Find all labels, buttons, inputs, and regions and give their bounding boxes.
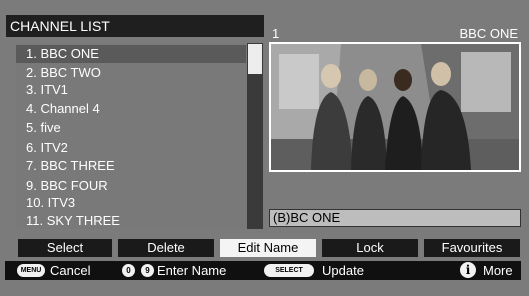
update-hint: Update xyxy=(322,263,364,278)
enter-name-hint: Enter Name xyxy=(157,263,227,278)
channel-name-field[interactable]: (B)BC ONE xyxy=(269,209,521,227)
info-icon: i xyxy=(460,262,476,278)
channel-item-bbc-one[interactable]: 1. BBC ONE xyxy=(16,45,246,63)
favourites-button[interactable]: Favourites xyxy=(424,239,520,257)
lock-button[interactable]: Lock xyxy=(322,239,418,257)
scrollbar-thumb[interactable] xyxy=(248,44,262,74)
function-buttons: Select Delete Edit Name Lock Favourites xyxy=(18,239,520,257)
delete-button[interactable]: Delete xyxy=(118,239,214,257)
preview-image xyxy=(271,44,519,170)
edit-name-button[interactable]: Edit Name xyxy=(220,239,316,257)
channel-item-bbc-two[interactable]: 2. BBC TWO xyxy=(16,64,246,82)
current-channel-name: BBC ONE xyxy=(459,26,518,41)
channel-item-bbc-four[interactable]: 9. BBC FOUR xyxy=(16,177,246,195)
key-hint-bar: MENU Cancel 0 9 Enter Name SELECT Update… xyxy=(5,261,521,280)
cancel-hint: Cancel xyxy=(50,263,91,278)
channel-item-bbc-three[interactable]: 7. BBC THREE xyxy=(16,157,246,175)
channel-list[interactable]: 1. BBC ONE 2. BBC TWO 3. ITV1 4. Channel… xyxy=(16,43,264,229)
select-key-icon: SELECT xyxy=(264,264,314,277)
more-hint: More xyxy=(483,263,513,278)
current-channel-number: 1 xyxy=(272,26,280,41)
channel-item-itv3[interactable]: 10. ITV3 xyxy=(16,194,246,212)
channel-item-itv1[interactable]: 3. ITV1 xyxy=(16,81,246,99)
channel-item-sky-three[interactable]: 11. SKY THREE xyxy=(16,212,246,230)
channel-item-channel-4[interactable]: 4. Channel 4 xyxy=(16,100,246,118)
channel-item-five[interactable]: 5. five xyxy=(16,119,246,137)
channel-item-itv2[interactable]: 6. ITV2 xyxy=(16,139,246,157)
channel-list-title: CHANNEL LIST xyxy=(6,15,264,37)
key-0-icon: 0 xyxy=(122,264,135,277)
channel-preview-video xyxy=(269,42,521,172)
menu-key-icon: MENU xyxy=(17,264,45,277)
channel-list-scrollbar[interactable] xyxy=(247,43,263,229)
key-9-icon: 9 xyxy=(141,264,154,277)
select-button[interactable]: Select xyxy=(18,239,112,257)
